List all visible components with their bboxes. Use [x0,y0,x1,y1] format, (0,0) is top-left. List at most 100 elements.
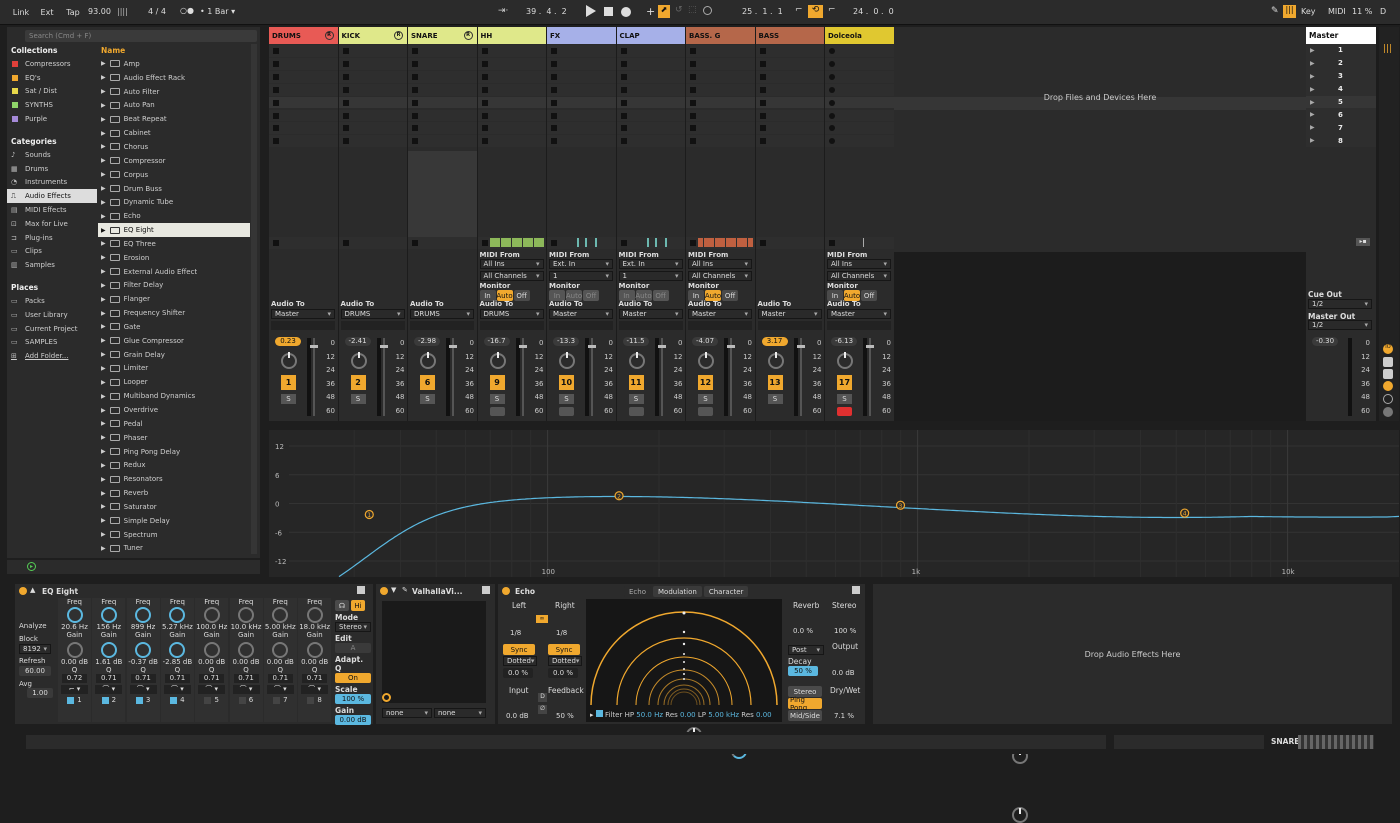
clip-stop-icon[interactable] [551,86,557,93]
expand-icon[interactable]: ▶ [101,171,106,178]
oversampling-icon[interactable]: Hi [351,600,365,611]
track-header[interactable]: SNARE R [408,27,477,44]
midi-from-select[interactable]: All Ins [827,259,891,269]
filter-type-select[interactable]: ⌒ ▾ [95,685,123,694]
session-side-icon[interactable]: ||| [1383,44,1392,54]
link-button[interactable]: Link [8,7,34,18]
volume-fader[interactable] [591,338,593,416]
clip-stop-icon[interactable] [273,99,279,106]
clip-stop-icon[interactable] [412,125,418,132]
sub-routing-field[interactable] [618,321,683,330]
clip-slot[interactable] [686,70,755,83]
clip-slot[interactable] [408,45,477,57]
track-activator-button[interactable]: 12 [698,375,713,390]
tap-button[interactable]: Tap [62,7,84,18]
audio-to-select[interactable]: DRUMS [479,309,544,319]
monitor-off-button[interactable]: Off [722,290,738,301]
filter-type-select[interactable]: ⌒ ▾ [232,685,260,694]
left-sync-button[interactable]: Sync [503,644,535,655]
clip-slot[interactable] [825,135,894,148]
stop-clip-button[interactable] [342,240,349,246]
group-fold-icon[interactable]: R [324,31,334,40]
q-value[interactable]: 0.71 [199,674,225,683]
browser-item[interactable]: ▶ EQ Eight [98,223,250,237]
clip-slot[interactable] [755,135,824,148]
scene-play-icon[interactable]: ▶ [1310,47,1338,54]
clip-slot[interactable] [686,96,755,109]
metronome-icon[interactable]: ○● [180,6,194,15]
arm-button[interactable] [559,407,574,416]
band-on-toggle[interactable] [135,696,143,704]
gain-knob[interactable] [203,642,220,658]
punch-out-icon[interactable]: ⌐ [828,5,836,15]
track-activator-button[interactable]: 17 [837,375,852,390]
clip-stop-icon[interactable] [342,99,349,106]
clip-stop-icon[interactable] [342,48,349,54]
expand-icon[interactable]: ▶ [101,227,106,234]
fader-thumb[interactable] [310,345,318,348]
clip-stop-icon[interactable] [551,138,557,145]
volume-fader[interactable] [452,338,454,416]
eq-band-handle[interactable]: 4 [1180,508,1190,518]
q-value[interactable]: 0.71 [302,674,328,683]
solo-button[interactable]: S [698,394,713,404]
clip-stop-icon[interactable] [690,60,696,67]
clip-slot[interactable] [269,109,338,122]
volume-fader[interactable] [382,338,385,416]
clip-stop-icon[interactable] [412,73,418,80]
clip-slot[interactable] [686,83,755,96]
cue-out-select[interactable]: 1/2 [1308,299,1372,309]
expand-icon[interactable]: ▶ [101,282,106,289]
clip-slot[interactable] [547,57,616,70]
stop-clip-button[interactable] [690,240,696,246]
clip-stop-icon[interactable] [759,138,766,145]
expand-icon[interactable]: ▶ [101,420,106,427]
expand-icon[interactable]: ▶ [101,60,106,67]
midi-channel-select[interactable]: All Channels [479,271,544,281]
expand-icon[interactable]: ▶ [101,199,106,206]
clip-slot[interactable] [825,96,894,109]
clip-stop-icon[interactable] [412,138,418,145]
clip-slot[interactable] [686,57,755,70]
play-icon[interactable] [586,5,596,17]
browser-item[interactable]: ▶ Glue Compressor [98,334,250,348]
hot-swap-icon[interactable] [357,586,365,594]
clip-stop-icon[interactable] [481,48,488,54]
place-item[interactable]: ▭ Current Project [7,322,97,336]
browser-item[interactable]: ▶ Simple Delay [98,514,250,528]
clip-stop-icon[interactable] [620,86,627,93]
browser-item[interactable]: ▶ Chorus [98,140,250,154]
monitor-off-button[interactable]: Off [513,290,530,301]
clip-slot[interactable] [755,70,824,83]
clip-stop-icon[interactable] [759,112,766,119]
clip-slot[interactable] [269,122,338,135]
solo-button[interactable]: S [420,394,435,404]
clip-slot[interactable] [616,96,685,109]
xy-handle[interactable] [382,693,391,702]
fader-thumb[interactable] [379,345,388,348]
browser-item[interactable]: ▶ Grain Delay [98,348,250,362]
expand-icon[interactable]: ▶ [101,503,106,510]
collection-item[interactable]: Sat / Dist [7,85,97,99]
eq-band-handle[interactable]: 1 [364,509,374,520]
expand-icon[interactable]: ▶ [101,351,106,358]
search-input[interactable]: Search (Cmd + F) [25,30,257,42]
clip-stop-icon[interactable] [690,73,696,80]
invert-phase-icon[interactable]: ∅ [538,705,547,714]
clip-stop-icon[interactable] [759,86,766,93]
ext-button[interactable]: Ext [36,7,58,18]
scene-play-icon[interactable]: ▶ [1310,124,1338,131]
stop-icon[interactable] [604,7,613,16]
gain-knob[interactable] [135,642,152,658]
keyboard-icon[interactable]: ||| [1283,5,1296,18]
expand-icon[interactable]: ▶ [101,365,106,372]
block-select[interactable]: 8192 [19,644,51,654]
refresh-field[interactable]: 60.00 [19,666,51,676]
clip-slot[interactable] [338,109,407,122]
scene-launch[interactable]: ▶ 2 [1306,56,1376,70]
clip-slot[interactable] [686,109,755,122]
clip-view-toggle[interactable]: IO [1383,344,1393,354]
midi-from-select[interactable]: All Ins [479,259,544,269]
solo-button[interactable]: S [837,394,852,404]
scene-play-icon[interactable]: ▶ [1310,137,1338,144]
